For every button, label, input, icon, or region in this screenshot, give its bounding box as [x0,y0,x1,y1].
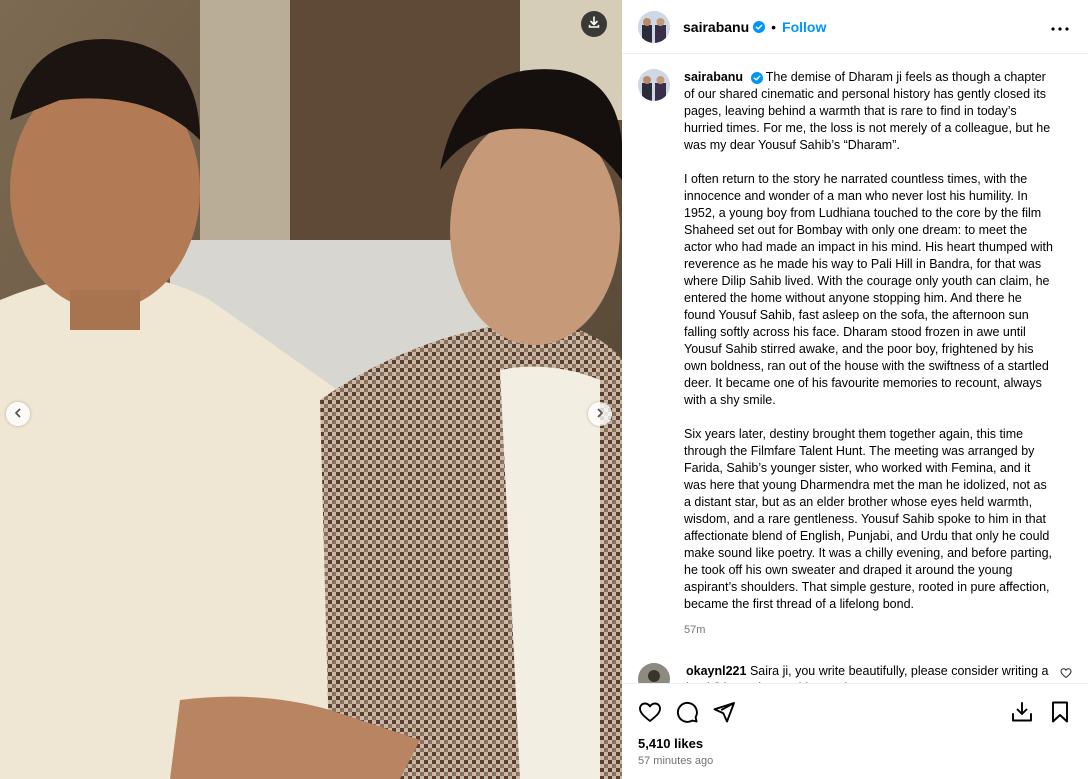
commenter-avatar[interactable] [638,663,670,683]
caption-username[interactable]: sairabanu [684,70,743,84]
chevron-right-icon [595,405,605,423]
bookmark-icon [1048,700,1072,729]
caption-timestamp[interactable]: 57m [684,622,1056,639]
post-media[interactable] [0,0,622,779]
comment-like-heart-icon[interactable] [1060,666,1072,683]
comments-section[interactable]: sairabanu The demise of Dharam ji feels … [622,55,1088,683]
share-button[interactable] [712,700,736,729]
post-actions: 5,410 likes 57 minutes ago [622,683,1088,779]
follow-button[interactable]: Follow [782,19,826,35]
heart-icon [638,700,662,729]
more-options-icon [1051,18,1069,36]
post-header: sairabanu • Follow [622,0,1088,54]
save-to-device-button[interactable] [1010,700,1034,729]
next-image-button[interactable] [588,402,612,426]
commenter-username[interactable]: okaynl221 [686,664,746,678]
comment-button[interactable] [675,700,699,729]
separator-dot: • [771,18,777,35]
chevron-left-icon [13,405,23,423]
post-photo [0,0,622,779]
comment-text: okaynl221 Saira ji, you write beautifull… [686,663,1052,683]
caption: sairabanu The demise of Dharam ji feels … [638,69,1072,639]
verified-badge-icon [750,71,763,84]
action-bar-right [996,700,1072,729]
caption-paragraph-3: Six years later, destiny brought them to… [684,427,1053,611]
save-to-device-icon [1010,700,1034,729]
caption-text: sairabanu The demise of Dharam ji feels … [684,69,1056,639]
previous-image-button[interactable] [6,402,30,426]
avatar[interactable] [638,10,670,43]
more-options-button[interactable] [1048,15,1072,39]
comment-item: okaynl221 Saira ji, you write beautifull… [638,663,1072,683]
download-button[interactable] [581,11,607,37]
like-button[interactable] [638,702,662,726]
bookmark-button[interactable] [1048,700,1072,729]
post-details-panel: sairabanu • Follow sairabanu The demise … [622,0,1088,779]
likes-count[interactable]: 5,410 likes [622,732,1088,751]
avatar[interactable] [638,69,670,101]
post-timestamp[interactable]: 57 minutes ago [622,751,1088,767]
share-icon [712,700,736,729]
username-link[interactable]: sairabanu [683,19,749,35]
comment-icon [675,700,699,729]
action-bar [622,684,1088,732]
caption-paragraph-2: I often return to the story he narrated … [684,172,1053,407]
caption-paragraph: sairabanu The demise of Dharam ji feels … [684,69,1056,154]
download-icon [587,15,601,34]
verified-badge-icon [753,20,766,33]
